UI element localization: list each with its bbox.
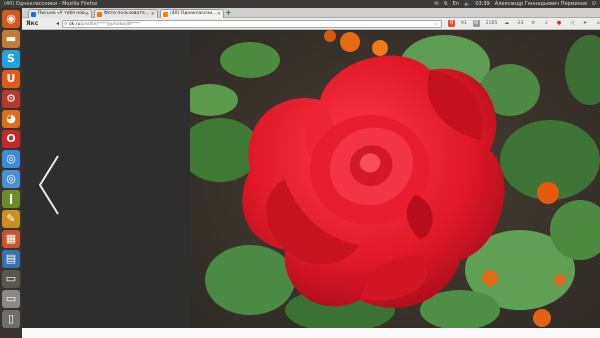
clock[interactable]: 03:39 (475, 0, 489, 8)
files-icon[interactable]: ▬ (2, 30, 20, 48)
text-editor-icon[interactable]: ✎ (2, 210, 20, 228)
temperature: -23 (516, 21, 524, 26)
close-tab-icon[interactable]: × (217, 10, 221, 18)
browser-tab-bar: Письма «У тебя нов… × Фото пользовате… ×… (22, 8, 600, 18)
reading-list-icon[interactable]: ≡ (530, 20, 537, 27)
ubuntu-one-icon[interactable]: U (2, 70, 20, 88)
url-path: /profile/****/pphotos/8**** (80, 22, 140, 27)
viewer-bottom-strip (22, 328, 600, 338)
send-icon[interactable]: ➤ (582, 20, 589, 27)
terminal-icon[interactable]: ▭ (2, 270, 20, 288)
desktop-screen: (40) Одноклассники - Mozilla Firefox ✉ ⇅… (0, 0, 600, 338)
weather-icon[interactable]: ☁ (503, 20, 510, 27)
home-icon[interactable]: ⌂ (595, 20, 600, 27)
tab-label: Фото пользовате… (104, 11, 150, 16)
photo-image[interactable] (190, 30, 600, 328)
addon-icon[interactable]: ● (556, 20, 563, 27)
back-arrow-icon[interactable]: ◂ (56, 20, 59, 27)
tab-favicon-icon (31, 12, 36, 17)
user-name[interactable]: Александр Геннадьевич Перминов (495, 0, 587, 8)
chromium-icon[interactable]: ◎ (2, 170, 20, 188)
system-top-bar: (40) Одноклассники - Mozilla Firefox ✉ ⇅… (0, 0, 600, 8)
settings-icon[interactable]: ⚙ (2, 90, 20, 108)
tab-odnoklassniki[interactable]: (40) Одноклассни… × (160, 9, 224, 18)
volume-icon[interactable]: 🔈 (464, 0, 470, 8)
tab-favicon-icon (163, 12, 168, 17)
mail-counter: 2165 (485, 21, 498, 26)
share-icon[interactable]: ◁ (569, 20, 576, 27)
tab-favicon-icon (97, 12, 102, 17)
document-viewer-icon[interactable]: ▤ (2, 250, 20, 268)
url-bar[interactable]: ⟳ ok.ru/profile/****/pphotos/8**** ☆ (62, 20, 442, 28)
system-tray: ✉ ⇅ En 🔈 03:39 Александр Геннадьевич Пер… (434, 0, 596, 8)
tab-label: (40) Одноклассни… (170, 11, 217, 16)
tab-label: Письма «У тебя нов… (38, 11, 90, 16)
power-icon[interactable]: ⏻ (592, 0, 596, 8)
removable-drive-icon[interactable]: ▭ (2, 290, 20, 308)
yandex-logo[interactable]: Якс (26, 20, 38, 27)
search-badge: 91 (461, 21, 467, 26)
site-identity-icon[interactable]: ⟳ (64, 21, 68, 27)
system-monitor-icon[interactable]: ǀ (2, 190, 20, 208)
photo-viewer (22, 30, 600, 338)
previous-photo-arrow-icon[interactable] (36, 154, 64, 216)
opera-icon[interactable]: O (2, 130, 20, 148)
url-host: ok.ru (69, 22, 81, 27)
mail-counter-icon[interactable]: ✉ (472, 20, 480, 27)
trash-icon[interactable]: ▯ (2, 310, 20, 328)
keyboard-layout-icon[interactable]: En (453, 0, 459, 8)
chrome-icon[interactable]: ◎ (2, 150, 20, 168)
window-title: (40) Одноклассники - Mozilla Firefox (4, 1, 98, 7)
toolbar-icons: Я 91 ✉ 2165 ☁ -23 ≡ ↓ ● ◁ ➤ ⌂ ☰ (448, 20, 600, 27)
tab-photos[interactable]: Фото пользовате… × (94, 9, 158, 18)
bookmark-star-icon[interactable]: ☆ (434, 21, 438, 27)
download-icon[interactable]: ↓ (543, 20, 550, 27)
image-viewer-icon[interactable]: ▦ (2, 230, 20, 248)
tab-mail[interactable]: Письма «У тебя нов… × (28, 9, 92, 18)
close-tab-icon[interactable]: × (85, 10, 89, 18)
new-tab-button[interactable]: + (225, 9, 233, 17)
mail-icon[interactable]: ✉ (434, 0, 438, 8)
viewer-left-panel (22, 30, 190, 328)
yandex-search-icon[interactable]: Я (448, 20, 455, 27)
unity-launcher: ◉ ▬ S U ⚙ ◕ O ◎ ◎ ǀ ✎ ▦ ▤ ▭ ▭ ▯ (0, 8, 22, 338)
close-tab-icon[interactable]: × (151, 10, 155, 18)
browser-nav-bar: Якс ◂ ⟳ ok.ru/profile/****/pphotos/8****… (22, 18, 600, 30)
skype-icon[interactable]: S (2, 50, 20, 68)
network-icon[interactable]: ⇅ (444, 0, 448, 8)
rose-photo (190, 30, 600, 328)
firefox-icon[interactable]: ◕ (2, 110, 20, 128)
ubuntu-logo-icon[interactable]: ◉ (2, 10, 20, 28)
